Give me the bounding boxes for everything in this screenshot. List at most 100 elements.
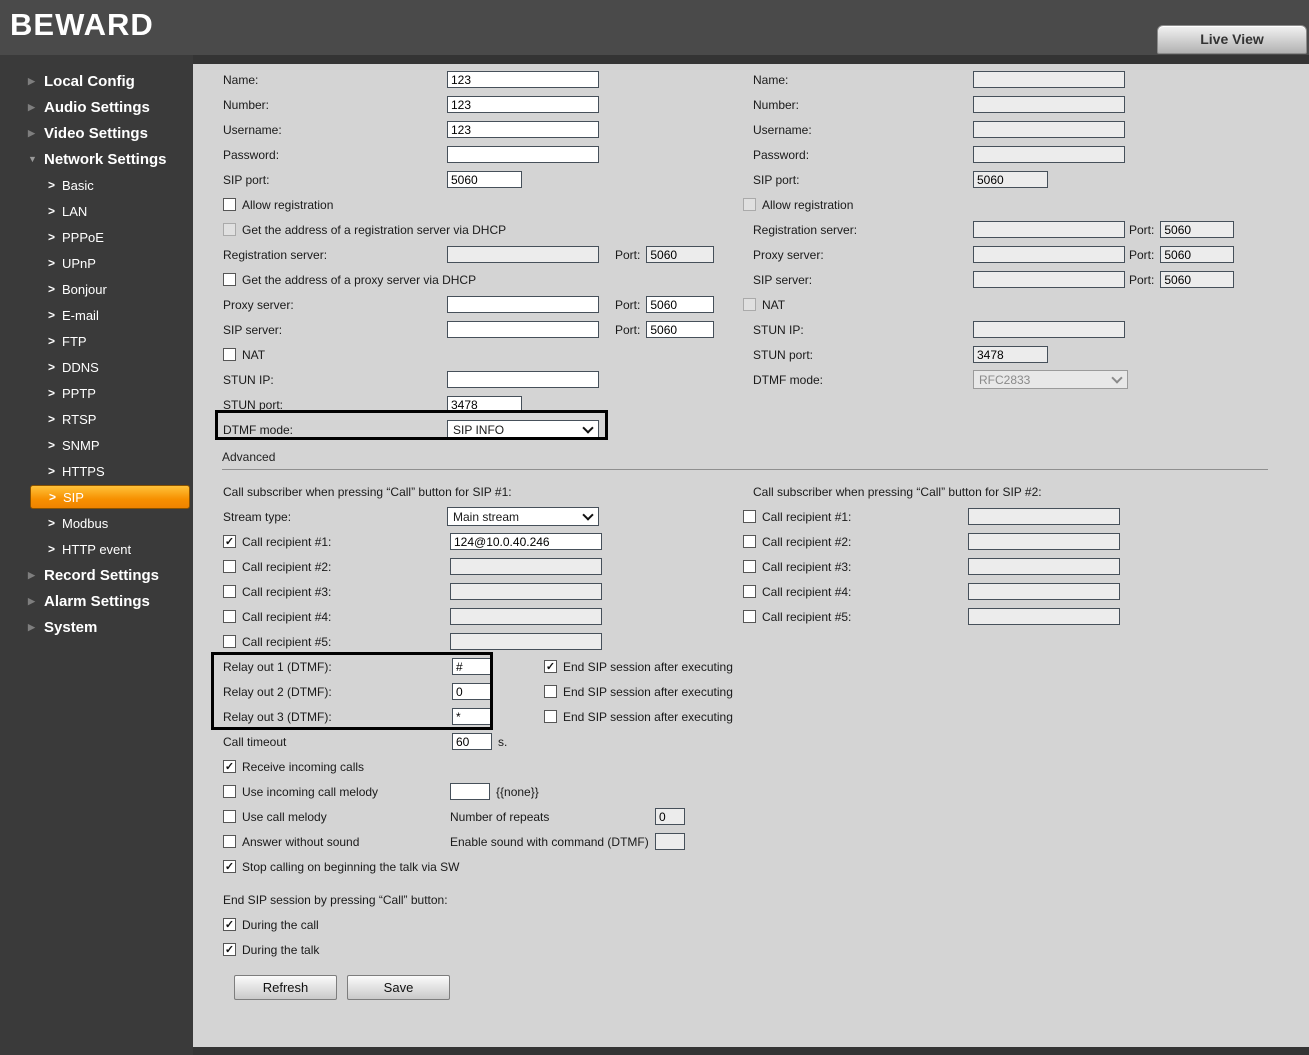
recipient3-label: Call recipient #3: bbox=[242, 584, 332, 599]
relay-out-1-input[interactable] bbox=[452, 658, 492, 675]
sip2-recipient4-checkbox[interactable] bbox=[743, 585, 756, 598]
sip1-recipient3-checkbox[interactable] bbox=[223, 585, 236, 598]
sip1-name-input[interactable] bbox=[447, 71, 599, 88]
during-the-call-checkbox[interactable]: ✓ bbox=[223, 918, 236, 931]
sidebar-item-bonjour[interactable]: > Bonjour bbox=[0, 276, 193, 302]
sip1-sip-port-input[interactable] bbox=[447, 171, 522, 188]
sidebar-item-ddns[interactable]: > DDNS bbox=[0, 354, 193, 380]
stream-type-select[interactable]: Main stream bbox=[447, 507, 599, 526]
sip2-registration-port-input bbox=[1160, 221, 1235, 238]
live-view-button[interactable]: Live View bbox=[1157, 25, 1307, 54]
sidebar-item-https[interactable]: > HTTPS bbox=[0, 458, 193, 484]
relay-out-3-input[interactable] bbox=[452, 708, 492, 725]
nat-label: NAT bbox=[242, 347, 266, 362]
triangle-right-icon: ▶ bbox=[28, 101, 35, 112]
sip1-stun-port-input[interactable] bbox=[447, 396, 522, 413]
sip1-username-input[interactable] bbox=[447, 121, 599, 138]
end-sip-session-3-checkbox[interactable] bbox=[544, 710, 557, 723]
sip2-recipient1-checkbox[interactable] bbox=[743, 510, 756, 523]
section-divider bbox=[222, 469, 1268, 470]
during-the-talk-label: During the talk bbox=[242, 942, 320, 957]
sip1-sip-server-input[interactable] bbox=[447, 321, 599, 338]
sip1-dtmf-mode-select[interactable]: SIP INFO bbox=[447, 420, 599, 439]
sidebar-item-basic[interactable]: > Basic bbox=[0, 172, 193, 198]
call-timeout-label: Call timeout bbox=[223, 734, 287, 749]
sidebar-item-local-config[interactable]: ▶ Local Config bbox=[0, 68, 193, 94]
triangle-right-icon: ▶ bbox=[28, 75, 35, 86]
use-incoming-call-melody-checkbox[interactable] bbox=[223, 785, 236, 798]
sip2-recipient5-checkbox[interactable] bbox=[743, 610, 756, 623]
sidebar-item-upnp[interactable]: > UPnP bbox=[0, 250, 193, 276]
number-of-repeats-label: Number of repeats bbox=[450, 809, 550, 824]
sip1-proxy-port-input[interactable] bbox=[646, 296, 715, 313]
sip1-recipient2-checkbox[interactable] bbox=[223, 560, 236, 573]
during-the-talk-checkbox[interactable]: ✓ bbox=[223, 943, 236, 956]
sidebar-item-pptp[interactable]: > PPTP bbox=[0, 380, 193, 406]
recipient2-label: Call recipient #2: bbox=[242, 559, 332, 574]
sidebar-item-video-settings[interactable]: ▶ Video Settings bbox=[0, 120, 193, 146]
chevron-right-icon: > bbox=[48, 464, 56, 478]
name-label: Name: bbox=[223, 72, 259, 87]
sip1-proxy-dhcp-checkbox[interactable] bbox=[223, 273, 236, 286]
sip2-number-input bbox=[973, 96, 1125, 113]
sip1-stun-ip-input[interactable] bbox=[447, 371, 599, 388]
sip1-password-input[interactable] bbox=[447, 146, 599, 163]
recipient5-label: Call recipient #5: bbox=[762, 609, 852, 624]
sidebar-item-ftp[interactable]: > FTP bbox=[0, 328, 193, 354]
sip2-dtmf-mode-select: RFC2833 bbox=[973, 370, 1128, 389]
sip1-recipient4-checkbox[interactable] bbox=[223, 610, 236, 623]
sidebar-item-alarm-settings[interactable]: ▶ Alarm Settings bbox=[0, 588, 193, 614]
refresh-button[interactable]: Refresh bbox=[234, 975, 337, 1000]
number-of-repeats-input bbox=[655, 808, 685, 825]
sidebar-item-label: Video Settings bbox=[44, 124, 148, 142]
username-label: Username: bbox=[753, 122, 812, 137]
sip1-allow-registration-checkbox[interactable] bbox=[223, 198, 236, 211]
end-sip-session-2-checkbox[interactable] bbox=[544, 685, 557, 698]
sip2-recipient2-checkbox[interactable] bbox=[743, 535, 756, 548]
use-call-melody-checkbox[interactable] bbox=[223, 810, 236, 823]
port-label: Port: bbox=[1129, 247, 1155, 262]
sidebar-item-network-settings[interactable]: ▼ Network Settings bbox=[0, 146, 193, 172]
sip2-nat-checkbox bbox=[743, 298, 756, 311]
sip2-recipient3-input bbox=[968, 558, 1120, 575]
sip2-username-input bbox=[973, 121, 1125, 138]
sip1-recipient2-input bbox=[450, 558, 602, 575]
sip1-recipient5-input bbox=[450, 633, 602, 650]
sip1-recipient5-checkbox[interactable] bbox=[223, 635, 236, 648]
end-sip-session-1-checkbox[interactable]: ✓ bbox=[544, 660, 557, 673]
sidebar-item-record-settings[interactable]: ▶ Record Settings bbox=[0, 562, 193, 588]
sip1-proxy-server-input[interactable] bbox=[447, 296, 599, 313]
sidebar-item-label: PPTP bbox=[62, 385, 96, 401]
sidebar-item-snmp[interactable]: > SNMP bbox=[0, 432, 193, 458]
sip1-recipient1-input[interactable] bbox=[450, 533, 602, 550]
receive-incoming-calls-checkbox[interactable]: ✓ bbox=[223, 760, 236, 773]
sidebar-item-audio-settings[interactable]: ▶ Audio Settings bbox=[0, 94, 193, 120]
sidebar: ▶ Local Config ▶ Audio Settings ▶ Video Set… bbox=[0, 55, 193, 1055]
chevron-right-icon: > bbox=[48, 542, 56, 556]
sip1-recipient1-checkbox[interactable]: ✓ bbox=[223, 535, 236, 548]
stop-calling-checkbox[interactable]: ✓ bbox=[223, 860, 236, 873]
sip1-nat-checkbox[interactable] bbox=[223, 348, 236, 361]
relay-out-2-input[interactable] bbox=[452, 683, 492, 700]
stream-type-value: Main stream bbox=[453, 509, 520, 524]
sidebar-item-sip-active[interactable]: > SIP bbox=[30, 485, 190, 509]
answer-without-sound-checkbox[interactable] bbox=[223, 835, 236, 848]
incoming-melody-input[interactable] bbox=[450, 783, 490, 800]
sip1-number-input[interactable] bbox=[447, 96, 599, 113]
sidebar-item-rtsp[interactable]: > RTSP bbox=[0, 406, 193, 432]
recipient2-label: Call recipient #2: bbox=[762, 534, 852, 549]
sip2-recipient3-checkbox[interactable] bbox=[743, 560, 756, 573]
call-timeout-input[interactable] bbox=[452, 733, 492, 750]
sip2-column: Name: Number: Username: Password: SIP po… bbox=[743, 67, 1288, 392]
sidebar-item-pppoe[interactable]: > PPPoE bbox=[0, 224, 193, 250]
sip2-sip-server-port-input bbox=[1160, 271, 1235, 288]
advanced-section-title: Advanced bbox=[222, 450, 276, 464]
sidebar-item-email[interactable]: > E-mail bbox=[0, 302, 193, 328]
save-button[interactable]: Save bbox=[347, 975, 450, 1000]
sidebar-item-http-event[interactable]: > HTTP event bbox=[0, 536, 193, 562]
sip1-sip-server-port-input[interactable] bbox=[646, 321, 715, 338]
sidebar-item-modbus[interactable]: > Modbus bbox=[0, 510, 193, 536]
sidebar-item-lan[interactable]: > LAN bbox=[0, 198, 193, 224]
sidebar-item-system[interactable]: ▶ System bbox=[0, 614, 193, 640]
stun-ip-label: STUN IP: bbox=[223, 372, 274, 387]
